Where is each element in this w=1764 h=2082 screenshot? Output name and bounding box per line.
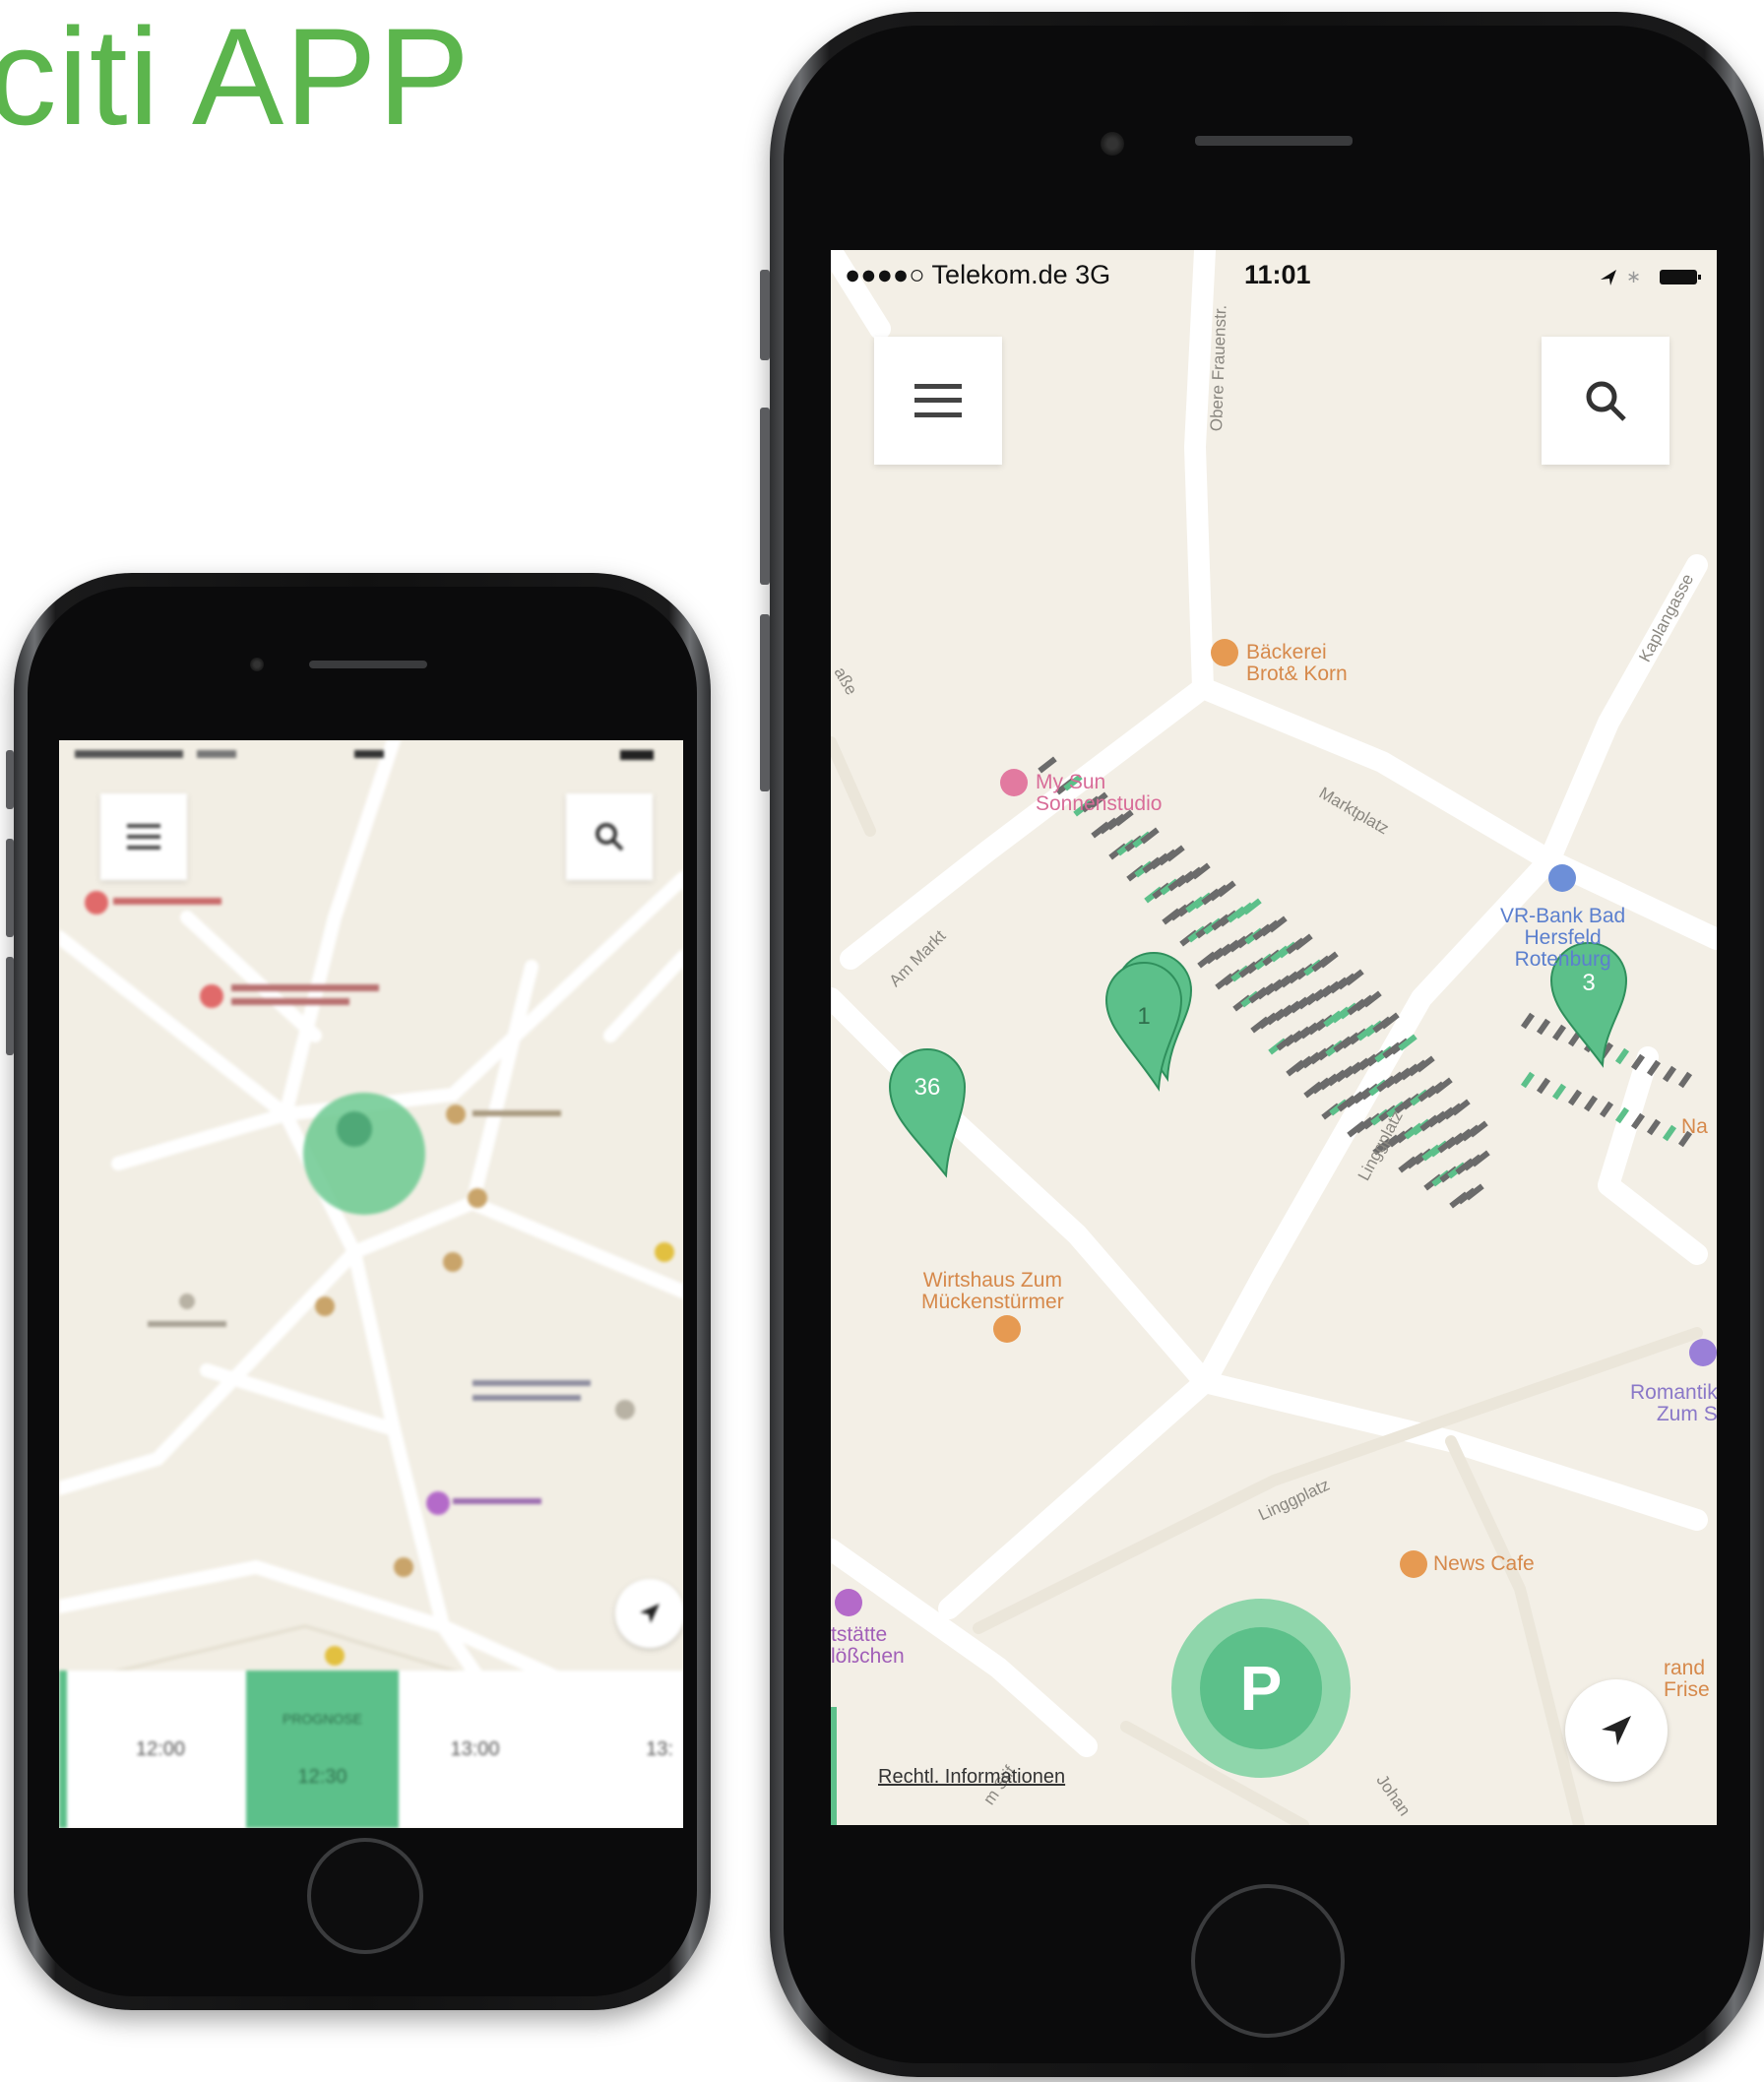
svg-text:∗: ∗ [1626,267,1641,286]
small-search-button[interactable] [566,793,653,880]
search-button[interactable] [1542,337,1670,465]
clock: 11:01 [1244,260,1311,289]
status-icons: ∗ [1601,267,1701,286]
time-slot-selected[interactable]: PROGNOSE 12:30 [246,1671,399,1828]
status-bar: ●●●●○ Telekom.de 3G 11:01 ∗ [831,250,1717,299]
page-heading: rciti APP [0,0,472,154]
large-phone: 36 1 3 ●●●●○ Telekom.de 3G 11:01 ∗ Bäcke… [760,12,1764,2077]
time-slot[interactable]: 13:00 [399,1671,551,1828]
poi-label: My Sun Sonnenstudio [1036,771,1163,815]
carrier-label: ●●●●○ Telekom.de 3G [845,260,1111,289]
parking-icon: P [1239,1653,1283,1724]
large-home-button[interactable] [1191,1884,1345,2038]
small-map [59,740,683,1828]
poi-label: rand Frise [1664,1657,1710,1701]
poi-label: tstätte lößchen [831,1623,905,1668]
location-arrow-icon [640,1604,660,1623]
svg-text:1: 1 [1137,1003,1150,1030]
hamburger-icon [914,384,962,417]
locate-button[interactable] [1565,1679,1668,1782]
small-locate-button[interactable] [615,1579,683,1648]
small-menu-button[interactable] [100,793,187,880]
poi-label: Wirtshaus Zum Mückenstürmer [921,1269,1064,1313]
small-phone: 12:00 PROGNOSE 12:30 13:00 13: [6,573,711,2010]
poi-label: Romantik Zum S [1630,1381,1717,1425]
svg-text:3: 3 [1582,970,1595,996]
time-slot[interactable]: 13: [551,1671,683,1828]
poi-label: Bäckerei Brot& Korn [1246,641,1348,685]
poi-label: News Cafe [1433,1552,1535,1575]
time-slot[interactable]: 12:00 [59,1671,254,1828]
poi-label: Na [1681,1115,1708,1138]
large-map: 36 1 3 [831,250,1717,1825]
menu-button[interactable] [874,337,1002,465]
large-phone-screen: 36 1 3 ●●●●○ Telekom.de 3G 11:01 ∗ Bäcke… [831,250,1717,1825]
svg-text:36: 36 [914,1074,941,1101]
accent-edge [831,1707,837,1825]
search-icon [596,823,624,852]
poi-label: VR-Bank Bad Hersfeld Rotenburg [1500,905,1626,971]
parking-button[interactable]: P [1171,1599,1351,1778]
small-home-button[interactable] [307,1838,423,1954]
location-arrow-icon [1602,1716,1631,1745]
small-time-bar: 12:00 PROGNOSE 12:30 13:00 13: [59,1671,683,1828]
search-icon [1586,381,1626,421]
legal-info-link[interactable]: Rechtl. Informationen [878,1766,1065,1789]
small-phone-screen: 12:00 PROGNOSE 12:30 13:00 13: [59,740,683,1828]
